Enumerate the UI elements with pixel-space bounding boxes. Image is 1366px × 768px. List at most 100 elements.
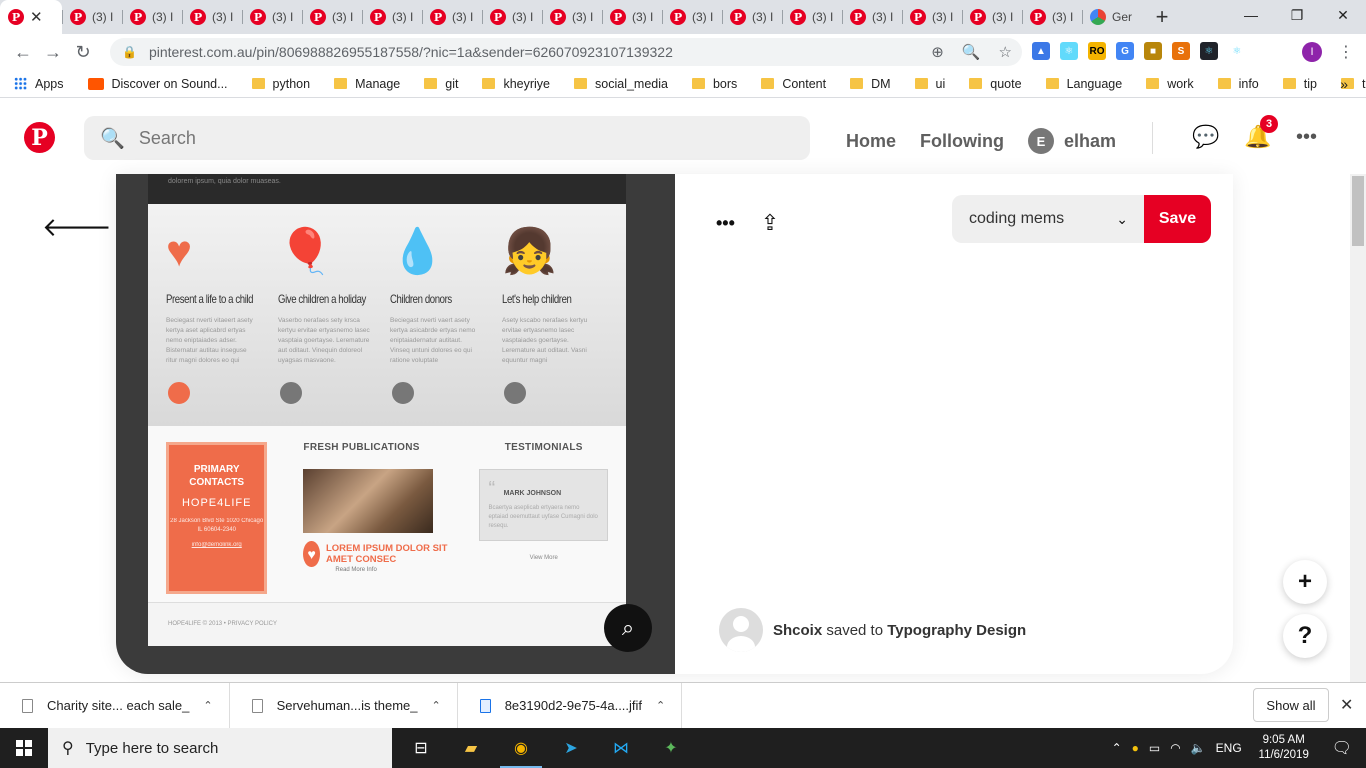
browser-tab[interactable]: P (3) I (962, 0, 1022, 34)
minimize-button[interactable]: — (1228, 0, 1274, 30)
bookmark-item[interactable]: quote (955, 77, 1031, 91)
bookmark-item[interactable]: DM (836, 77, 900, 91)
search-input[interactable]: 🔍 Search (84, 116, 810, 160)
user-avatar[interactable]: E (1028, 128, 1054, 154)
bookmark-item[interactable]: Manage (320, 77, 410, 91)
close-window-button[interactable]: ✕ (1320, 0, 1366, 30)
extension-icon[interactable]: S (1172, 42, 1190, 60)
bookmark-item[interactable]: python (238, 77, 321, 91)
react-devtools-icon[interactable]: ⚛ (1060, 42, 1078, 60)
react-icon[interactable]: ⚛ (1200, 42, 1218, 60)
browser-tab[interactable]: P (3) I (122, 0, 182, 34)
vscode-icon[interactable]: ⋈ (596, 728, 646, 768)
save-button[interactable]: Save (1144, 195, 1211, 243)
more-options-icon[interactable]: ••• (1296, 126, 1317, 149)
bookmark-item[interactable]: kheyriye (468, 77, 560, 91)
extension-icon[interactable]: ■ (1144, 42, 1162, 60)
bookmark-item[interactable]: info (1204, 77, 1269, 91)
bookmark-item[interactable]: bors (678, 77, 747, 91)
notifications-center-icon[interactable]: 🗨 (1332, 738, 1352, 758)
browser-tab[interactable]: P ✕ (0, 0, 62, 34)
visual-search-lens-icon[interactable]: ⌕ (604, 604, 652, 652)
chevron-up-icon[interactable]: ⌃ (431, 699, 440, 712)
page-scrollbar[interactable] (1350, 174, 1366, 682)
browser-tab[interactable]: P (3) I (362, 0, 422, 34)
browser-menu-icon[interactable]: ⋮ (1338, 42, 1354, 62)
bookmark-star-icon[interactable]: ☆ (999, 43, 1012, 61)
scrollbar-thumb[interactable] (1352, 176, 1364, 246)
pinterest-logo[interactable]: P (24, 122, 55, 153)
bookmark-item[interactable]: Apps (0, 77, 74, 91)
forward-nav-icon[interactable]: → (38, 42, 68, 63)
browser-tab[interactable]: P (3) I (902, 0, 962, 34)
address-bar[interactable]: 🔒 pinterest.com.au/pin/80698882695518755… (110, 38, 1022, 66)
bookmark-item[interactable]: git (410, 77, 468, 91)
volume-icon[interactable]: 🔈 (1191, 741, 1206, 755)
browser-tab[interactable]: P (3) I (482, 0, 542, 34)
chevron-up-icon[interactable]: ⌃ (203, 699, 212, 712)
chrome-icon[interactable]: ◉ (496, 728, 546, 768)
browser-tab[interactable]: P (3) I (62, 0, 122, 34)
close-tab-icon[interactable]: ✕ (30, 8, 43, 26)
browser-tab[interactable]: P (3) I (242, 0, 302, 34)
ro-extension-icon[interactable]: RO (1088, 42, 1106, 60)
add-icon[interactable]: ⊕ (931, 43, 944, 61)
browser-tab[interactable]: P (3) I (722, 0, 782, 34)
home-link[interactable]: Home (846, 131, 896, 152)
following-link[interactable]: Following (920, 131, 1004, 152)
bookmark-item[interactable]: Language (1032, 77, 1133, 91)
new-tab-button[interactable]: + (1142, 0, 1182, 34)
url-text[interactable]: pinterest.com.au/pin/806988826955187558/… (149, 44, 673, 60)
start-button[interactable] (0, 728, 48, 768)
tray-expand-icon[interactable]: ⌃ (1112, 741, 1122, 755)
browser-tab[interactable]: P (3) I (182, 0, 242, 34)
telegram-icon[interactable]: ➤ (546, 728, 596, 768)
pin-image[interactable]: dolorem ipsum, quia dolor muaseas. ♥ Pres… (116, 174, 675, 674)
saver-avatar[interactable] (719, 608, 763, 652)
translate-icon[interactable]: G (1116, 42, 1134, 60)
battery-icon[interactable]: ▭ (1149, 741, 1160, 755)
download-item[interactable]: Servehuman...is theme_ ⌃ (230, 682, 458, 729)
network-app-icon[interactable]: ✦ (646, 728, 696, 768)
zoom-icon[interactable]: 🔍 (962, 43, 981, 61)
download-item[interactable]: Charity site... each sale_ ⌃ (0, 682, 230, 729)
file-explorer-icon[interactable]: ▰ (446, 728, 496, 768)
browser-tab[interactable]: P (3) I (1022, 0, 1082, 34)
browser-tab[interactable]: P (3) I (542, 0, 602, 34)
react-icon[interactable]: ⚛ (1228, 42, 1246, 60)
bookmark-item[interactable]: Content (747, 77, 836, 91)
browser-tab[interactable]: Ger (1082, 0, 1142, 34)
browser-tab[interactable]: P (3) I (842, 0, 902, 34)
more-options-icon[interactable]: ••• (716, 213, 735, 234)
close-downloads-icon[interactable]: ✕ (1340, 695, 1353, 715)
share-upload-icon[interactable]: ⇪ (761, 210, 779, 236)
bookmark-item[interactable]: social_media (560, 77, 678, 91)
bookmark-item[interactable]: tip (1269, 77, 1327, 91)
task-view-icon[interactable]: ⊟ (396, 728, 446, 768)
board-selector[interactable]: coding mems ⌄ (952, 195, 1144, 243)
bookmark-item[interactable]: Discover on Sound... (74, 77, 238, 91)
language-indicator[interactable]: ENG (1216, 741, 1242, 755)
taskbar-search[interactable]: ⚲ Type here to search (48, 728, 392, 768)
saver-name[interactable]: Shcoix (773, 622, 822, 639)
browser-tab[interactable]: P (3) I (662, 0, 722, 34)
extension-icon[interactable]: ▲ (1032, 42, 1050, 60)
bookmark-item[interactable]: work (1132, 77, 1203, 91)
download-item[interactable]: 8e3190d2-9e75-4a....jfif ⌃ (458, 682, 683, 729)
messages-icon[interactable]: 💬 (1192, 124, 1219, 150)
browser-tab[interactable]: P (3) I (302, 0, 362, 34)
back-arrow-icon[interactable]: 🡐 (42, 212, 112, 243)
maximize-button[interactable]: ❐ (1274, 0, 1320, 30)
reload-icon[interactable]: ↻ (68, 42, 98, 63)
bookmark-item[interactable]: ui (901, 77, 956, 91)
back-nav-icon[interactable]: ← (8, 42, 38, 63)
clock[interactable]: 9:05 AM 11/6/2019 (1252, 733, 1316, 763)
add-pin-button[interactable]: + (1283, 560, 1327, 604)
chevron-up-icon[interactable]: ⌃ (656, 699, 665, 712)
browser-tab[interactable]: P (3) I (782, 0, 842, 34)
saver-board[interactable]: Typography Design (887, 622, 1026, 639)
help-button[interactable]: ? (1283, 614, 1327, 658)
profile-avatar[interactable]: I (1302, 42, 1322, 62)
more-bookmarks-icon[interactable]: » (1340, 76, 1348, 92)
show-all-button[interactable]: Show all (1253, 688, 1329, 722)
